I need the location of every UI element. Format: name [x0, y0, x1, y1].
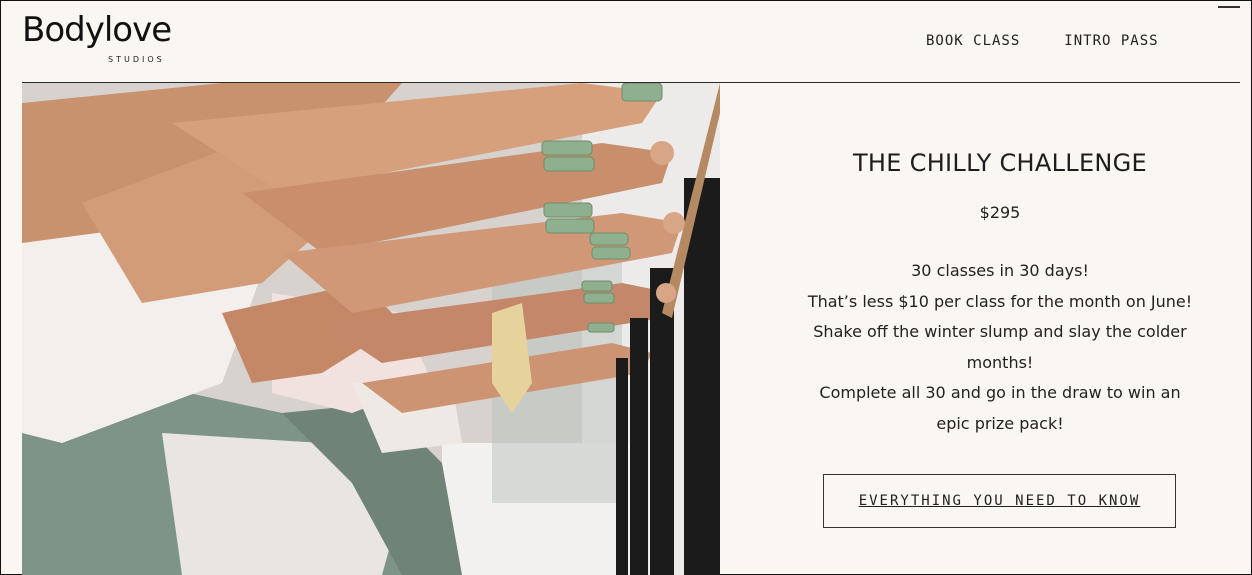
promo-line: That’s less $10 per class for the month …	[807, 291, 1193, 311]
promo-description: 30 classes in 30 days! That’s less $10 p…	[790, 256, 1210, 439]
nav-book-class[interactable]: BOOK CLASS	[926, 33, 1020, 49]
main-nav: BOOK CLASS INTRO PASS	[926, 33, 1159, 49]
everything-you-need-to-know-button[interactable]: EVERYTHING YOU NEED TO KNOW	[823, 474, 1176, 528]
nav-intro-pass[interactable]: INTRO PASS	[1064, 33, 1158, 49]
brand-sub: STUDIOS	[108, 55, 165, 64]
promo-title: THE CHILLY CHALLENGE	[852, 149, 1148, 177]
promo-price: $295	[979, 203, 1021, 222]
menu-icon[interactable]	[1218, 6, 1240, 8]
promo-panel: THE CHILLY CHALLENGE $295 30 classes in …	[720, 83, 1252, 575]
promo-line: epic prize pack!	[936, 413, 1064, 433]
hero-photo-illustration	[22, 83, 720, 575]
hero-image	[22, 83, 720, 575]
brand-name: Bodylove	[22, 10, 172, 50]
promo-line: Complete all 30 and go in the draw to wi…	[819, 383, 1181, 402]
brand-logo[interactable]: Bodylove STUDIOS	[22, 10, 172, 64]
site-header: Bodylove STUDIOS BOOK CLASS INTRO PASS	[0, 0, 1252, 82]
promo-line: months!	[966, 352, 1034, 372]
promo-line: Shake off the winter slump and slay the …	[813, 322, 1187, 341]
promo-line: 30 classes in 30 days!	[911, 261, 1089, 280]
